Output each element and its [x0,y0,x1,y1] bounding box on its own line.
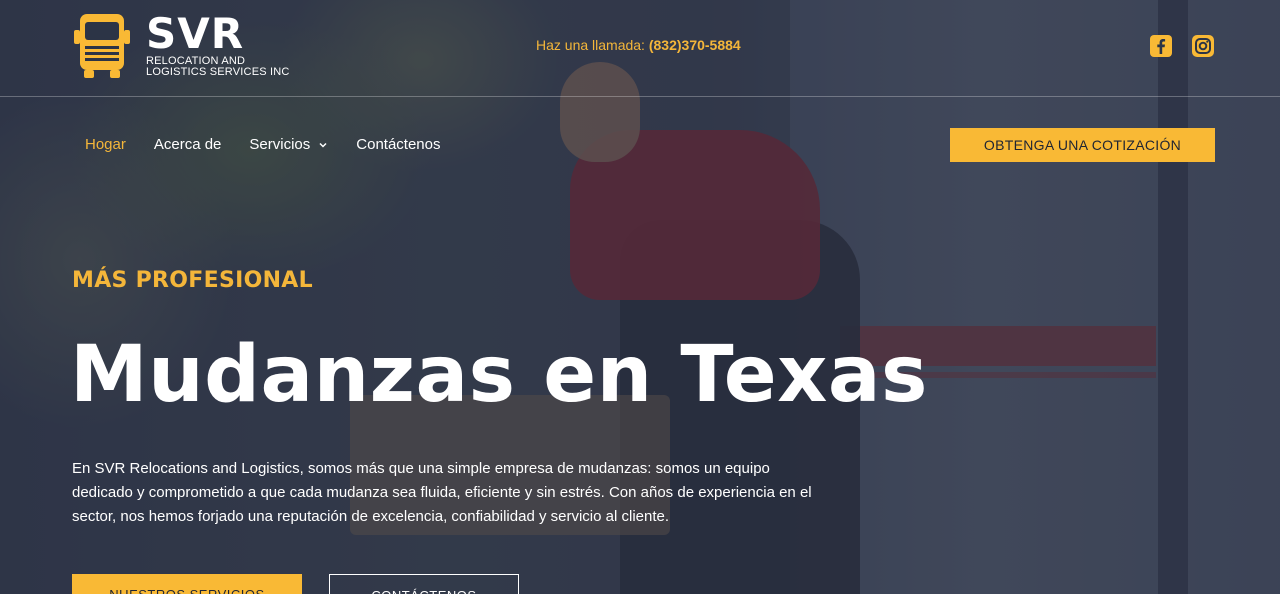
hero-title: Mudanzas en Texas [70,330,928,420]
brand-name: SVR [146,9,245,58]
instagram-icon[interactable] [1192,35,1214,57]
truck-icon [74,14,130,78]
phone-link[interactable]: (832)370-5884 [649,37,741,53]
nav-item-acerca-de[interactable]: Acerca de [154,136,222,153]
nav-item-hogar[interactable]: Hogar [85,136,126,153]
our-services-button[interactable]: NUESTROS SERVICIOS [72,574,302,594]
nav-item-servicios[interactable]: Servicios [249,136,328,153]
facebook-icon[interactable] [1150,35,1172,57]
site-logo[interactable]: SVR RELOCATION AND LOGISTICS SERVICES IN… [74,12,290,80]
nav-item-servicios-label: Servicios [249,136,311,153]
main-nav: Hogar Acerca de Servicios Contáctenos [85,136,469,153]
header-divider [0,96,1280,97]
hero-description-line3: sector, nos hemos forjado una reputación… [72,508,670,525]
hero-eyebrow: MÁS PROFESIONAL [72,268,313,293]
call-label: Haz una llamada: [536,37,645,53]
brand-tagline-line2: LOGISTICS SERVICES INC [146,66,290,78]
site-header: SVR RELOCATION AND LOGISTICS SERVICES IN… [0,0,1280,96]
hero-description-line1: En SVR Relocations and Logistics, somos … [72,460,770,477]
hero-description: En SVR Relocations and Logistics, somos … [72,457,832,529]
nav-item-contactenos[interactable]: Contáctenos [356,136,440,153]
chevron-down-icon [319,142,327,148]
hero-description-line2: dedicado y comprometido a que cada mudan… [72,484,812,501]
call-info: Haz una llamada: (832)370-5884 [536,37,741,53]
get-quote-button[interactable]: OBTENGA UNA COTIZACIÓN [950,128,1215,162]
contact-us-button[interactable]: CONTÁCTENOS [329,574,519,594]
